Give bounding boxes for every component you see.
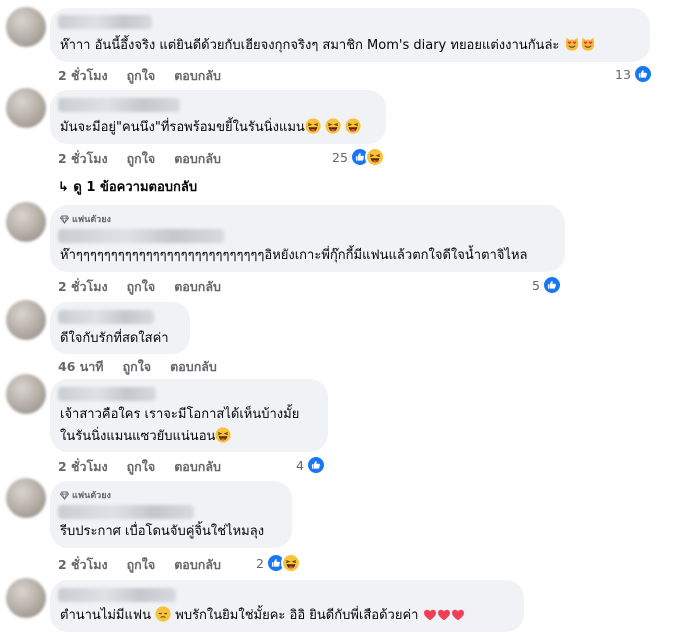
comment-text: รีบประกาศ เบื่อโดนจับคู่จิ้นใช่ไหมลุง	[60, 524, 265, 539]
comment-actions: 2 ชั่วโมง ถูกใจ ตอบกลับ	[58, 149, 221, 169]
author-name[interactable]	[58, 505, 194, 519]
grinning-squinting-icon	[305, 118, 321, 134]
avatar[interactable]	[6, 478, 46, 518]
avatar[interactable]	[6, 578, 46, 618]
comment-actions: 2 ชั่วโมง ถูกใจ ตอบกลับ	[58, 457, 221, 477]
like-button[interactable]: ถูกใจ	[127, 457, 156, 477]
haha-reaction-icon	[364, 147, 385, 167]
comment-text: เจ้าสาวคือใคร เราจะมีโอกาสได้เห็นบ้างมั้…	[60, 407, 300, 444]
avatar[interactable]	[6, 7, 46, 47]
haha-reaction-icon	[280, 553, 301, 573]
comment-bubble: ห๊าาา อันนี้อึ้งจริง แต่ยินดีด้วยกับเฮีย…	[50, 8, 650, 62]
reaction-summary[interactable]: 5	[532, 275, 562, 295]
like-button[interactable]: ถูกใจ	[127, 149, 156, 169]
like-button[interactable]: ถูกใจ	[127, 555, 156, 575]
like-reaction-icon	[632, 64, 653, 84]
comment-time[interactable]: 2 ชั่วโมง	[58, 149, 108, 169]
comment-time[interactable]: 2 ชั่วโมง	[58, 555, 108, 575]
comment-bubble: เจ้าสาวคือใคร เราจะมีโอกาสได้เห็นบ้างมั้…	[50, 379, 328, 452]
avatar[interactable]	[6, 300, 46, 340]
comment-time[interactable]: 2 ชั่วโมง	[58, 277, 108, 297]
author-name[interactable]	[58, 387, 156, 401]
comment-time[interactable]: 2 ชั่วโมง	[58, 66, 108, 86]
avatar[interactable]	[6, 88, 46, 128]
diamond-icon	[60, 491, 69, 500]
comment-time[interactable]: 2 ชั่วโมง	[58, 457, 108, 477]
reaction-summary[interactable]: 25	[332, 147, 385, 167]
like-button[interactable]: ถูกใจ	[127, 66, 156, 86]
reaction-count: 25	[332, 149, 348, 165]
smiling-cat-heart-eyes-icon	[564, 36, 580, 52]
heart-icon	[437, 608, 451, 622]
heart-icon	[451, 608, 465, 622]
top-fan-badge: แฟนตัวยง	[60, 212, 111, 226]
author-name[interactable]	[58, 310, 154, 324]
reaction-count: 13	[615, 66, 631, 82]
comment-text: ดีใจกับรักที่สดใสค่า	[60, 331, 169, 346]
reply-arrow-icon: ↳	[58, 180, 74, 195]
reaction-count: 4	[296, 457, 304, 473]
pensive-face-icon	[155, 606, 171, 622]
author-name[interactable]	[58, 98, 180, 112]
reply-button[interactable]: ตอบกลับ	[174, 457, 221, 477]
comment-bubble: ดีใจกับรักที่สดใสค่า	[50, 302, 190, 354]
like-button[interactable]: ถูกใจ	[123, 357, 152, 377]
reaction-summary[interactable]: 13	[615, 64, 653, 84]
reply-button[interactable]: ตอบกลับ	[174, 555, 221, 575]
avatar[interactable]	[6, 202, 46, 242]
view-replies-link[interactable]: ↳ ดู 1 ข้อความตอบกลับ	[58, 176, 197, 197]
comment-bubble: แฟนตัวยง ห๊าๆๆๆๆๆๆๆๆๆๆๆๆๆๆๆๆๆๆๆๆๆๆๆๆๆๆๆอ…	[50, 205, 565, 272]
comment-actions: 2 ชั่วโมง ถูกใจ ตอบกลับ	[58, 555, 221, 575]
comment-text: ห๊าๆๆๆๆๆๆๆๆๆๆๆๆๆๆๆๆๆๆๆๆๆๆๆๆๆๆๆอิหยังเกาะ…	[60, 248, 528, 263]
heart-icon	[423, 608, 437, 622]
reply-button[interactable]: ตอบกลับ	[174, 66, 221, 86]
grinning-squinting-icon	[215, 427, 231, 443]
comment-text: ตำนานไม่มีแฟน พบรักในยิมใช่มั้ยคะ อิอิ ย…	[60, 605, 465, 627]
avatar[interactable]	[6, 374, 46, 414]
like-button[interactable]: ถูกใจ	[127, 277, 156, 297]
comment-text: มันจะมีอยู่"คนนึง"ที่รอพร้อมขยี้ในรันนิ่…	[60, 117, 361, 139]
comment-actions: 2 ชั่วโมง ถูกใจ ตอบกลับ	[58, 66, 221, 86]
comment-text: ห๊าาา อันนี้อึ้งจริง แต่ยินดีด้วยกับเฮีย…	[60, 35, 596, 57]
comment-time[interactable]: 46 นาที	[58, 357, 104, 377]
smiling-cat-heart-eyes-icon	[580, 36, 596, 52]
reaction-summary[interactable]: 4	[296, 455, 326, 475]
author-name[interactable]	[58, 15, 152, 29]
comment-bubble: แฟนตัวยง รีบประกาศ เบื่อโดนจับคู่จิ้นใช่…	[50, 481, 292, 548]
comment-bubble: ตำนานไม่มีแฟน พบรักในยิมใช่มั้ยคะ อิอิ ย…	[50, 580, 524, 632]
reply-button[interactable]: ตอบกลับ	[174, 149, 221, 169]
top-fan-badge: แฟนตัวยง	[60, 488, 111, 502]
author-name[interactable]	[58, 588, 176, 602]
reply-button[interactable]: ตอบกลับ	[170, 357, 217, 377]
like-reaction-icon	[541, 275, 562, 295]
author-name[interactable]	[58, 229, 224, 243]
comment-bubble: มันจะมีอยู่"คนนึง"ที่รอพร้อมขยี้ในรันนิ่…	[50, 90, 386, 144]
reaction-count: 5	[532, 277, 540, 293]
reaction-count: 2	[256, 555, 264, 571]
grinning-squinting-icon	[345, 118, 361, 134]
diamond-icon	[60, 215, 69, 224]
comment-actions: 2 ชั่วโมง ถูกใจ ตอบกลับ	[58, 277, 221, 297]
comment-actions: 46 นาที ถูกใจ ตอบกลับ	[58, 357, 217, 377]
reaction-summary[interactable]: 2	[256, 553, 301, 573]
grinning-squinting-icon	[325, 118, 341, 134]
reply-button[interactable]: ตอบกลับ	[174, 277, 221, 297]
like-reaction-icon	[305, 455, 326, 475]
